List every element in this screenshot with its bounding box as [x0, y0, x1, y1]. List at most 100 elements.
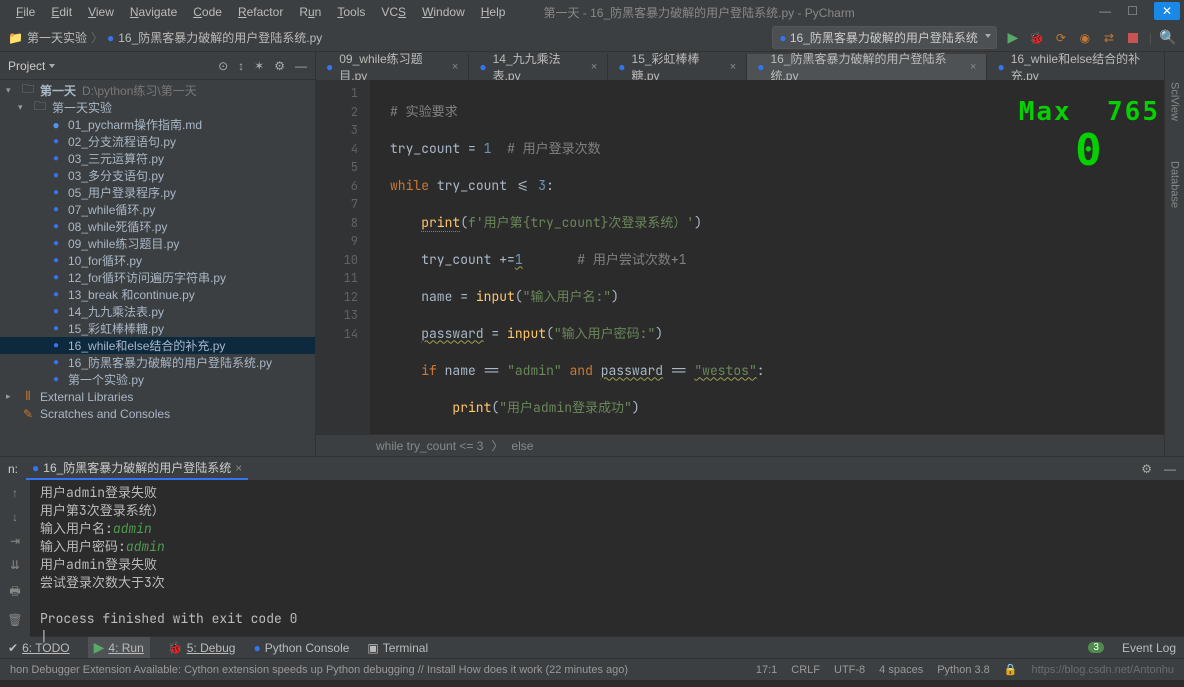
search-everywhere-icon[interactable]: 🔍: [1160, 30, 1176, 46]
debug-button-icon[interactable]: 🐞: [1029, 30, 1045, 46]
tree-file[interactable]: ●16_while和else结合的补充.py: [0, 337, 315, 354]
menu-refactor[interactable]: Refactor: [230, 5, 291, 19]
tree-file[interactable]: ●第一个实验.py: [0, 371, 315, 388]
menu-edit[interactable]: Edit: [43, 5, 80, 19]
editor-tab[interactable]: ●15_彩虹棒棒糖.py×: [608, 54, 747, 80]
encoding[interactable]: UTF-8: [834, 664, 865, 676]
rerun-icon[interactable]: ↑: [12, 486, 18, 500]
run-config-selector[interactable]: ● 16_防黑客暴力破解的用户登陆系统: [772, 26, 997, 49]
event-count-badge: 3: [1088, 642, 1104, 653]
stop-button-icon[interactable]: [1125, 30, 1141, 46]
close-tab-icon[interactable]: ×: [730, 61, 736, 73]
tree-file[interactable]: ●14_九九乘法表.py: [0, 303, 315, 320]
menu-bar: File Edit View Navigate Code Refactor Ru…: [0, 0, 1184, 24]
run-button-icon[interactable]: ▶: [1005, 30, 1021, 46]
event-log-tab[interactable]: Event Log: [1122, 641, 1176, 655]
close-tab-icon[interactable]: ×: [591, 61, 597, 73]
soft-wrap-icon[interactable]: ⇥: [10, 534, 20, 548]
stop-icon[interactable]: ↓: [12, 510, 18, 524]
editor-tabs: ●09_while练习题目.py×●14_九九乘法表.py×●15_彩虹棒棒糖.…: [316, 52, 1184, 80]
tree-scratch[interactable]: ✎Scratches and Consoles: [0, 405, 315, 422]
editor-area: ●09_while练习题目.py×●14_九九乘法表.py×●15_彩虹棒棒糖.…: [316, 52, 1184, 456]
right-tool-strip: SciView Database: [1164, 52, 1184, 456]
settings-icon[interactable]: ⚙: [274, 59, 285, 73]
tree-folder[interactable]: ▾🗀第一天实验: [0, 99, 315, 116]
run-label: n:: [8, 462, 18, 476]
status-message[interactable]: hon Debugger Extension Available: Cython…: [10, 664, 628, 676]
project-title[interactable]: Project: [8, 59, 45, 73]
tree-file[interactable]: ●09_while练习题目.py: [0, 235, 315, 252]
python-console-tab[interactable]: ●Python Console: [253, 641, 349, 655]
tree-file[interactable]: ●03_多分支语句.py: [0, 167, 315, 184]
close-tab-icon[interactable]: ×: [970, 61, 976, 73]
editor-tab[interactable]: ●09_while练习题目.py×: [316, 54, 469, 80]
tree-libs[interactable]: ▸⫴External Libraries: [0, 388, 315, 405]
coverage-icon[interactable]: ⟳: [1053, 30, 1069, 46]
project-tree[interactable]: ▾🗀第一天D:\python练习\第一天▾🗀第一天实验●01_pycharm操作…: [0, 80, 315, 456]
expand-all-icon[interactable]: ↕: [238, 59, 244, 73]
print-icon[interactable]: 🖶: [9, 582, 20, 603]
interpreter[interactable]: Python 3.8: [937, 664, 990, 676]
menu-navigate[interactable]: Navigate: [122, 5, 185, 19]
menu-help[interactable]: Help: [473, 5, 514, 19]
close-tab-icon[interactable]: ×: [452, 61, 458, 73]
project-view-dropdown-icon[interactable]: [49, 64, 55, 68]
editor-tab[interactable]: ●16_while和else结合的补充.py×: [987, 54, 1184, 80]
run-tab[interactable]: ●16_防黑客暴力破解的用户登陆系统 ×: [26, 457, 248, 480]
editor-tab[interactable]: ●14_九九乘法表.py×: [469, 54, 608, 80]
todo-tab[interactable]: ✔6: TODO: [8, 641, 70, 655]
debug-tab-bottom[interactable]: 🐞5: Debug: [168, 641, 236, 655]
terminal-tab[interactable]: ▣Terminal: [367, 641, 428, 655]
menu-window[interactable]: Window: [414, 5, 473, 19]
tree-file[interactable]: ●12_for循环访问遍历字符串.py: [0, 269, 315, 286]
menu-code[interactable]: Code: [185, 5, 230, 19]
database-tab[interactable]: Database: [1169, 161, 1181, 208]
lock-icon[interactable]: 🔒: [1004, 663, 1018, 676]
menu-run[interactable]: Run: [291, 5, 329, 19]
caret-position[interactable]: 17:1: [756, 664, 777, 676]
tree-file[interactable]: ●13_break 和continue.py: [0, 286, 315, 303]
run-tool-window: n: ●16_防黑客暴力破解的用户登陆系统 × ⚙ — ↑ ↓ ⇥ ⇊ 🖶 🗑 …: [0, 456, 1184, 636]
window-close-icon[interactable]: ✕: [1154, 2, 1180, 20]
code-breadcrumb[interactable]: while try_count <= 3〉else: [316, 434, 1184, 456]
window-maximize-icon[interactable]: ☐: [1127, 4, 1138, 18]
watermark: https://blog.csdn.net/Antonhu: [1032, 664, 1175, 676]
tree-file[interactable]: ●08_while死循环.py: [0, 218, 315, 235]
tree-file[interactable]: ●07_while循环.py: [0, 201, 315, 218]
indent[interactable]: 4 spaces: [879, 664, 923, 676]
editor-gutter[interactable]: 1234567891011121314: [316, 80, 370, 434]
console-output[interactable]: 用户admin登录失败用户第3次登录系统）输入用户名:admin输入用户密码:a…: [30, 480, 1184, 650]
breadcrumb[interactable]: 📁第一天实验 〉 ●16_防黑客暴力破解的用户登陆系统.py: [8, 29, 322, 46]
collapse-all-icon[interactable]: ✶: [254, 59, 264, 73]
tree-file[interactable]: ●02_分支流程语句.py: [0, 133, 315, 150]
concurrency-icon[interactable]: ⇄: [1101, 30, 1117, 46]
status-bar: hon Debugger Extension Available: Cython…: [0, 658, 1184, 680]
menu-file[interactable]: File: [8, 5, 43, 19]
menu-vcs[interactable]: VCS: [373, 5, 414, 19]
menu-view[interactable]: View: [80, 5, 122, 19]
run-tab-bottom[interactable]: ▶4: Run: [88, 637, 150, 658]
fps-overlay: Max 765 0: [1019, 98, 1160, 175]
profile-icon[interactable]: ◉: [1077, 30, 1093, 46]
clear-icon[interactable]: 🗑: [7, 613, 22, 627]
breadcrumb-folder[interactable]: 第一天实验: [27, 29, 87, 46]
scroll-end-icon[interactable]: ⇊: [10, 558, 20, 572]
tree-file[interactable]: ●10_for循环.py: [0, 252, 315, 269]
tree-file[interactable]: ●01_pycharm操作指南.md: [0, 116, 315, 133]
sciview-tab[interactable]: SciView: [1169, 82, 1181, 121]
tree-file[interactable]: ●15_彩虹棒棒糖.py: [0, 320, 315, 337]
run-toolbar: ↑ ↓ ⇥ ⇊ 🖶 🗑: [0, 480, 30, 650]
menu-tools[interactable]: Tools: [329, 5, 373, 19]
run-settings-icon[interactable]: ⚙: [1141, 462, 1152, 476]
locate-file-icon[interactable]: ⊙: [218, 59, 228, 73]
tree-file[interactable]: ●03_三元运算符.py: [0, 150, 315, 167]
tree-file[interactable]: ●05_用户登录程序.py: [0, 184, 315, 201]
window-minimize-icon[interactable]: —: [1099, 4, 1111, 18]
breadcrumb-file[interactable]: 16_防黑客暴力破解的用户登陆系统.py: [118, 29, 322, 46]
window-title: 第一天 - 16_防黑客暴力破解的用户登陆系统.py - PyCharm: [543, 4, 854, 21]
editor-tab[interactable]: ●16_防黑客暴力破解的用户登陆系统.py×: [747, 54, 987, 80]
hide-icon[interactable]: —: [295, 59, 307, 73]
run-hide-icon[interactable]: —: [1164, 462, 1176, 476]
tree-file[interactable]: ●16_防黑客暴力破解的用户登陆系统.py: [0, 354, 315, 371]
line-sep[interactable]: CRLF: [791, 664, 820, 676]
